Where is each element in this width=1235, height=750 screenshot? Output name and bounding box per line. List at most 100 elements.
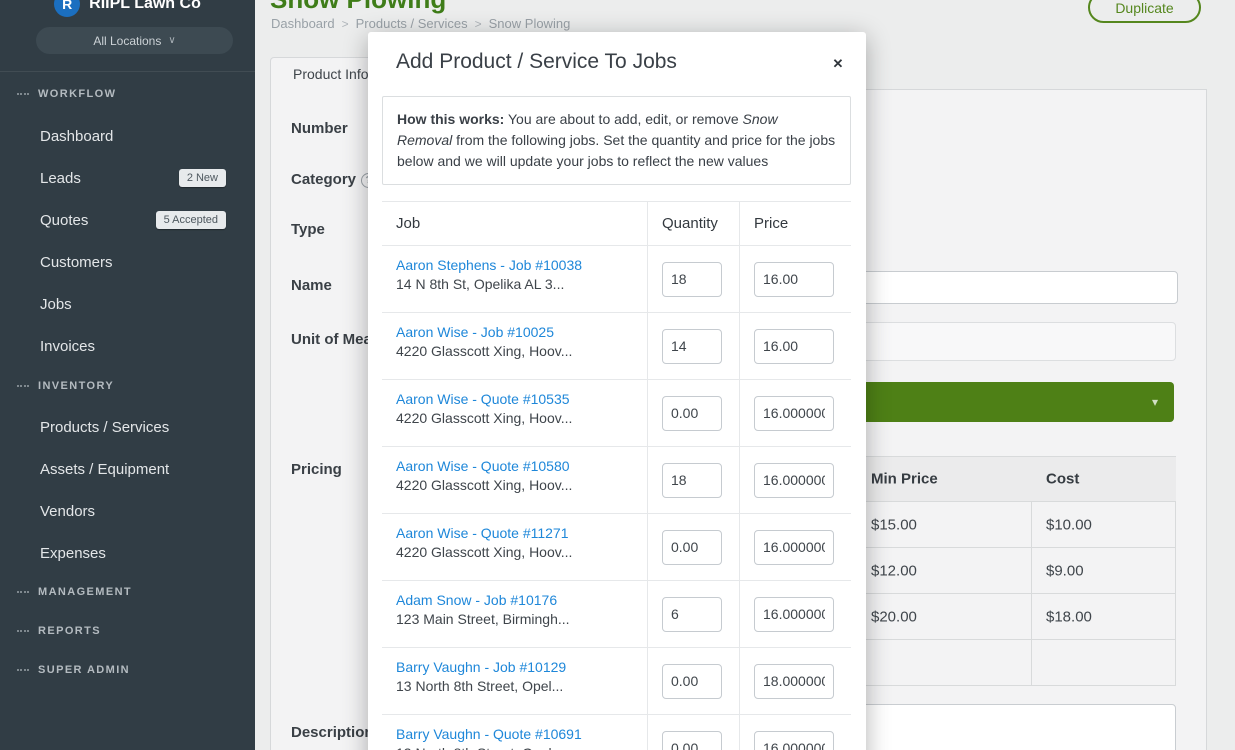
sidebar-item-dashboard[interactable]: Dashboard (0, 124, 255, 148)
close-icon[interactable]: ✕ (826, 52, 850, 76)
price-input[interactable] (754, 329, 834, 364)
sidebar-item-quotes[interactable]: Quotes 5 Accepted (0, 208, 255, 232)
job-row: Aaron Stephens - Job #10038 14 N 8th St,… (382, 246, 851, 313)
sidebar-item-products-services[interactable]: Products / Services (0, 415, 255, 439)
job-link[interactable]: Barry Vaughn - Quote #10691 (396, 726, 639, 742)
price-input[interactable] (754, 731, 834, 750)
location-selector[interactable]: All Locations ∨ (36, 27, 233, 54)
sidebar-item-label: Expenses (40, 545, 106, 562)
jobs-table: Job Quantity Price Aaron Stephens - Job … (382, 201, 851, 750)
sidebar-item-label: Leads (40, 170, 81, 187)
job-address: 4220 Glasscott Xing, Hoov... (396, 477, 639, 493)
price-cell (739, 447, 851, 513)
price-cell (739, 581, 851, 647)
sidebar-item-vendors[interactable]: Vendors (0, 499, 255, 523)
quotes-count-badge: 5 Accepted (156, 211, 226, 229)
price-input[interactable] (754, 262, 834, 297)
note-text-1: You are about to add, edit, or remove (504, 111, 742, 127)
job-address: 4220 Glasscott Xing, Hoov... (396, 343, 639, 359)
sidebar-item-assets-equipment[interactable]: Assets / Equipment (0, 457, 255, 481)
job-cell: Aaron Wise - Quote #10580 4220 Glasscott… (382, 447, 647, 513)
nav-section-super-admin[interactable]: SUPER ADMIN (17, 664, 130, 676)
nav-section-management[interactable]: MANAGEMENT (17, 586, 132, 598)
quantity-input[interactable] (662, 396, 722, 431)
min-price-value: $20.00 (871, 608, 917, 625)
breadcrumb: Dashboard > Products / Services > Snow P… (271, 16, 570, 31)
pricing-label: Pricing (291, 461, 342, 478)
nav-section-inventory: INVENTORY (17, 380, 114, 392)
sidebar-item-leads[interactable]: Leads 2 New (0, 166, 255, 190)
description-label: Description (291, 724, 374, 741)
duplicate-button[interactable]: Duplicate (1088, 0, 1201, 23)
quantity-input[interactable] (662, 664, 722, 699)
job-link[interactable]: Aaron Wise - Quote #10580 (396, 458, 639, 474)
chevron-down-icon: ∨ (168, 35, 175, 46)
quantity-input[interactable] (662, 731, 722, 750)
cost-value: $9.00 (1046, 562, 1084, 579)
job-row: Barry Vaughn - Job #10129 13 North 8th S… (382, 648, 851, 715)
breadcrumb-products-services[interactable]: Products / Services (356, 16, 468, 31)
quantity-cell (647, 246, 739, 312)
category-label-text: Category (291, 171, 356, 188)
job-address: 13 North 8th Street, Opel... (396, 678, 639, 694)
sidebar-item-label: Vendors (40, 503, 95, 520)
job-link[interactable]: Adam Snow - Job #10176 (396, 592, 639, 608)
price-input[interactable] (754, 463, 834, 498)
quantity-input[interactable] (662, 262, 722, 297)
number-label: Number (291, 120, 348, 137)
price-input[interactable] (754, 396, 834, 431)
sidebar-item-expenses[interactable]: Expenses (0, 541, 255, 565)
job-cell: Aaron Stephens - Job #10038 14 N 8th St,… (382, 246, 647, 312)
quantity-cell (647, 380, 739, 446)
cost-value: $10.00 (1046, 516, 1092, 533)
note-bold: How this works: (397, 111, 504, 127)
job-link[interactable]: Aaron Wise - Quote #10535 (396, 391, 639, 407)
min-price-value: $15.00 (871, 516, 917, 533)
job-link[interactable]: Aaron Stephens - Job #10038 (396, 257, 639, 273)
sidebar-item-customers[interactable]: Customers (0, 250, 255, 274)
breadcrumb-dashboard[interactable]: Dashboard (271, 16, 335, 31)
price-input[interactable] (754, 664, 834, 699)
job-cell: Barry Vaughn - Quote #10691 13 North 8th… (382, 715, 647, 750)
job-link[interactable]: Barry Vaughn - Job #10129 (396, 659, 639, 675)
job-link[interactable]: Aaron Wise - Quote #11271 (396, 525, 639, 541)
sidebar-item-label: Jobs (40, 296, 72, 313)
sidebar-item-label: Customers (40, 254, 113, 271)
quantity-input[interactable] (662, 329, 722, 364)
quantity-input[interactable] (662, 463, 722, 498)
company-logo-row[interactable]: R RIIPL Lawn Co (0, 0, 255, 22)
sidebar-item-label: Invoices (40, 338, 95, 355)
breadcrumb-separator-icon: > (475, 17, 482, 31)
price-input[interactable] (754, 597, 834, 632)
nav-section-reports[interactable]: REPORTS (17, 625, 101, 637)
sidebar-item-label: Quotes (40, 212, 88, 229)
quantity-cell (647, 715, 739, 750)
price-cell (739, 648, 851, 714)
col-price: Price (739, 202, 851, 245)
sidebar-item-jobs[interactable]: Jobs (0, 292, 255, 316)
modal-body: How this works: You are about to add, ed… (382, 96, 851, 750)
job-row: Aaron Wise - Quote #10580 4220 Glasscott… (382, 447, 851, 514)
job-address: 123 Main Street, Birmingh... (396, 611, 639, 627)
price-input[interactable] (754, 530, 834, 565)
price-cell (739, 514, 851, 580)
quantity-cell (647, 447, 739, 513)
job-row: Aaron Wise - Quote #11271 4220 Glasscott… (382, 514, 851, 581)
pricing-col-min-price: Min Price (871, 471, 938, 488)
price-cell (739, 313, 851, 379)
sidebar: R RIIPL Lawn Co All Locations ∨ WORKFLOW… (0, 0, 255, 750)
quantity-cell (647, 581, 739, 647)
quantity-input[interactable] (662, 597, 722, 632)
leads-count-badge: 2 New (179, 169, 226, 187)
sidebar-divider (0, 71, 255, 72)
job-link[interactable]: Aaron Wise - Job #10025 (396, 324, 639, 340)
company-logo-icon: R (54, 0, 80, 17)
breadcrumb-current: Snow Plowing (489, 16, 571, 31)
quantity-input[interactable] (662, 530, 722, 565)
price-cell (739, 715, 851, 750)
type-label: Type (291, 221, 325, 238)
job-cell: Adam Snow - Job #10176 123 Main Street, … (382, 581, 647, 647)
sidebar-item-label: Assets / Equipment (40, 461, 169, 478)
pricing-col-cost: Cost (1046, 471, 1079, 488)
sidebar-item-invoices[interactable]: Invoices (0, 334, 255, 358)
